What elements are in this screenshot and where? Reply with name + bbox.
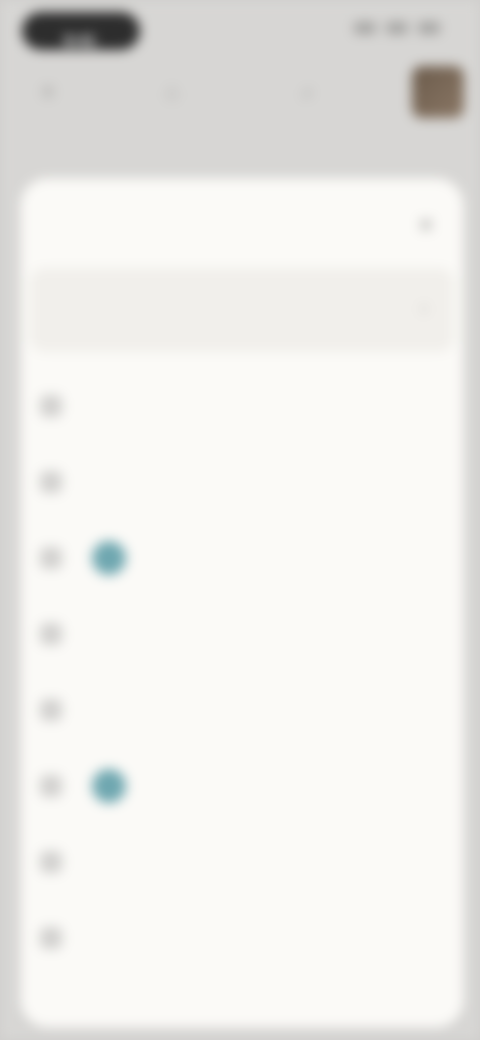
menu-item-icon (40, 547, 62, 569)
menu-item-icon (40, 471, 62, 493)
menu-list (40, 368, 444, 976)
menu-item-icon (40, 395, 62, 417)
home-icon[interactable]: ⌂ (158, 78, 186, 106)
battery-icon (418, 22, 440, 34)
avatar[interactable] (412, 66, 464, 118)
menu-item-2[interactable] (40, 444, 444, 520)
menu-item-icon (40, 851, 62, 873)
app-bar: ≡ ⌂ ⌕ (0, 62, 480, 122)
menu-item-icon (40, 775, 62, 797)
menu-item-7[interactable] (40, 824, 444, 900)
menu-panel: ✕ › (20, 178, 464, 1028)
notification-dot (92, 769, 126, 803)
screen: 9:41 ≡ ⌂ ⌕ ✕ › (0, 0, 480, 1040)
search-icon[interactable]: ⌕ (294, 78, 322, 106)
menu-item-icon (40, 927, 62, 949)
status-bar: 9:41 (0, 0, 480, 62)
wifi-icon (386, 22, 408, 34)
panel-header: ✕ (44, 214, 440, 242)
status-pill: 9:41 (22, 12, 140, 50)
status-icons (354, 22, 440, 34)
menu-item-3[interactable] (40, 520, 444, 596)
menu-item-4[interactable] (40, 596, 444, 672)
menu-item-icon (40, 699, 62, 721)
notification-dot (92, 541, 126, 575)
menu-item-1[interactable] (40, 368, 444, 444)
menu-item-8[interactable] (40, 900, 444, 976)
menu-item-icon (40, 623, 62, 645)
close-icon[interactable]: ✕ (412, 212, 440, 240)
signal-icon (354, 22, 376, 34)
status-time: 9:41 (64, 33, 97, 50)
menu-icon[interactable]: ≡ (34, 78, 62, 106)
chevron-right-icon: › (421, 298, 427, 318)
menu-item-5[interactable] (40, 672, 444, 748)
account-card[interactable]: › (30, 268, 454, 352)
menu-item-6[interactable] (40, 748, 444, 824)
